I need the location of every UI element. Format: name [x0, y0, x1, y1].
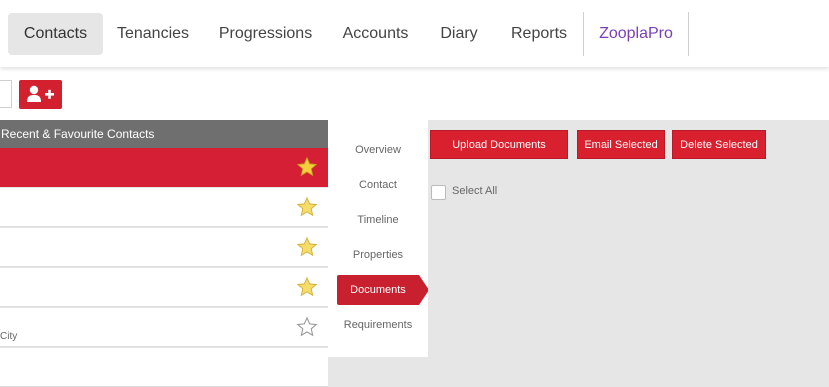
- nav-separator: [583, 12, 584, 56]
- contact-row[interactable]: [0, 268, 328, 307]
- contact-row[interactable]: [0, 188, 328, 227]
- contacts-list-header: Recent & Favourite Contacts: [0, 120, 328, 148]
- subnav-requirements[interactable]: Requirements: [328, 310, 428, 340]
- nav-diary[interactable]: Diary: [428, 13, 490, 55]
- contact-row[interactable]: City: [0, 308, 328, 347]
- nav-contacts[interactable]: Contacts: [8, 13, 103, 55]
- search-input[interactable]: [0, 80, 12, 108]
- contact-row[interactable]: [0, 148, 328, 187]
- email-selected-button[interactable]: Email Selected: [577, 130, 665, 159]
- documents-panel: Upload Documents Email Selected Delete S…: [428, 120, 829, 357]
- upload-documents-button[interactable]: Upload Documents: [430, 130, 568, 159]
- nav-reports[interactable]: Reports: [500, 13, 578, 55]
- top-nav: Contacts Tenancies Progressions Accounts…: [0, 0, 829, 67]
- contact-row[interactable]: [0, 228, 328, 267]
- nav-separator: [688, 12, 689, 56]
- nav-progressions[interactable]: Progressions: [208, 13, 323, 55]
- add-user-icon: [27, 85, 54, 102]
- delete-selected-button[interactable]: Delete Selected: [672, 130, 766, 159]
- subnav-timeline[interactable]: Timeline: [328, 205, 428, 235]
- toolbar: [0, 67, 829, 120]
- nav-zooplapro[interactable]: ZooplaPro: [590, 13, 682, 55]
- add-contact-button[interactable]: [19, 80, 62, 109]
- subnav-documents[interactable]: Documents: [337, 275, 429, 305]
- contact-subnav: Overview Contact Timeline Properties Doc…: [328, 120, 429, 357]
- nav-accounts[interactable]: Accounts: [333, 13, 418, 55]
- select-all-label: Select All: [452, 185, 498, 197]
- favourite-star-icon[interactable]: [296, 156, 318, 178]
- favourite-star-icon[interactable]: [296, 316, 318, 338]
- favourite-star-icon[interactable]: [296, 236, 318, 258]
- favourite-star-icon[interactable]: [296, 196, 318, 218]
- subnav-contact[interactable]: Contact: [328, 170, 428, 200]
- subnav-properties[interactable]: Properties: [328, 240, 428, 270]
- favourite-star-icon[interactable]: [296, 276, 318, 298]
- select-all-checkbox[interactable]: [431, 185, 446, 200]
- contact-row[interactable]: [0, 348, 328, 387]
- subnav-overview[interactable]: Overview: [328, 135, 428, 165]
- contact-location: City: [0, 331, 18, 342]
- nav-tenancies[interactable]: Tenancies: [108, 13, 198, 55]
